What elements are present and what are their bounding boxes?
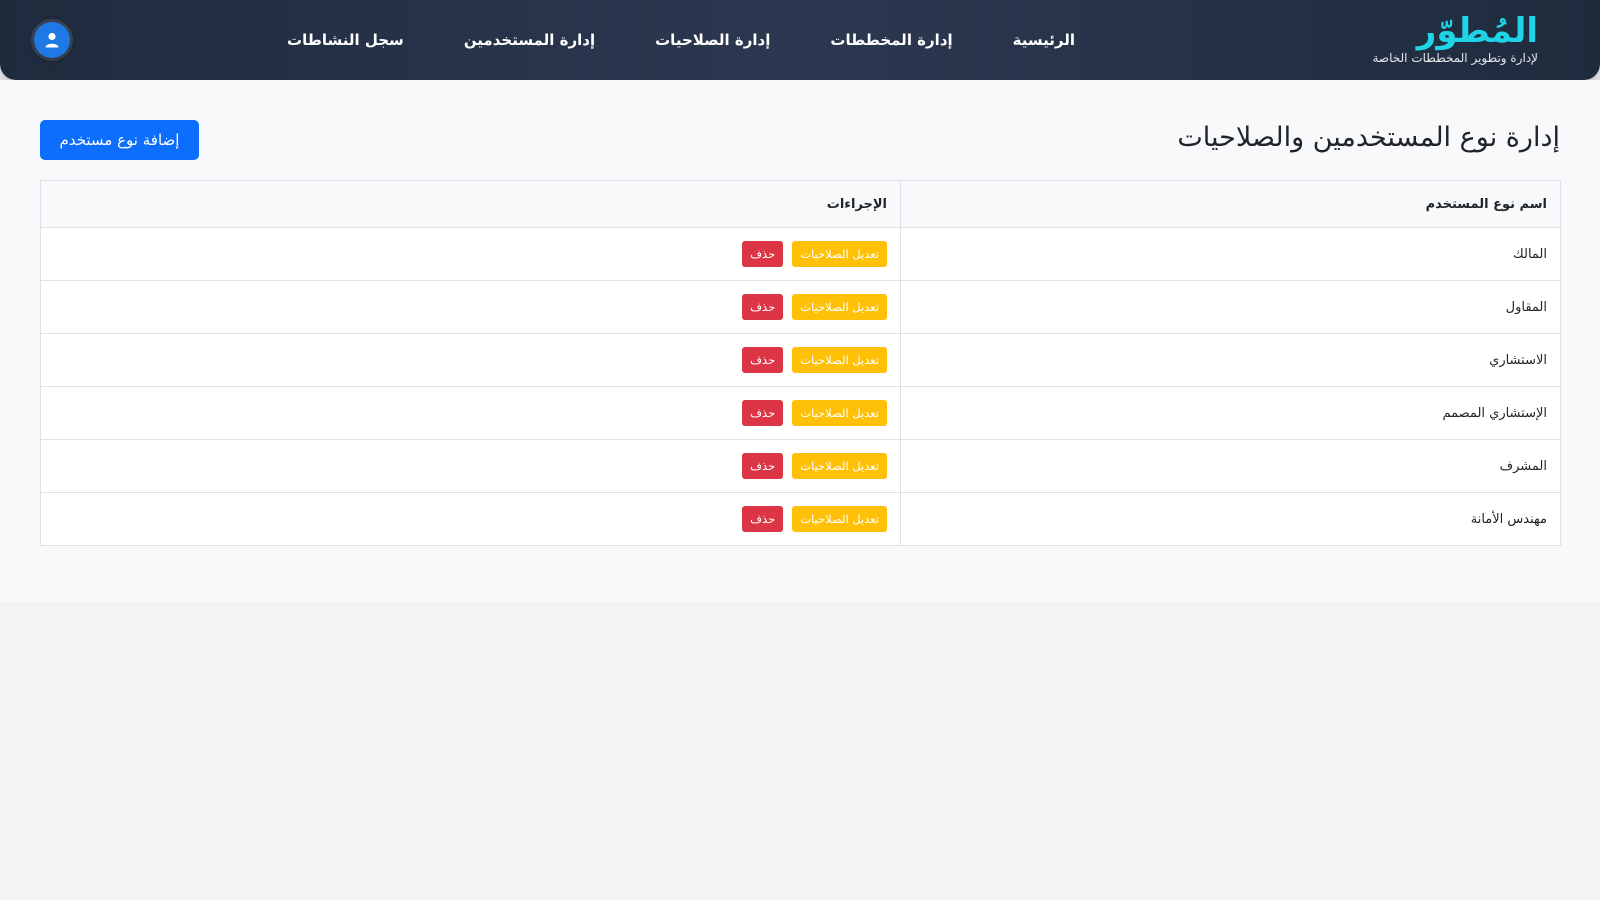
delete-button[interactable]: حذف	[742, 506, 784, 532]
delete-button[interactable]: حذف	[742, 241, 784, 267]
nav-item-home[interactable]: الرئيسية	[1013, 31, 1075, 49]
user-type-name: الإستشاري المصمم	[900, 386, 1561, 440]
main-nav: الرئيسية إدارة المخططات إدارة الصلاحيات …	[287, 0, 1075, 80]
brand-tagline: لإدارة وتطوير المخططات الخاصة	[1372, 51, 1538, 65]
user-avatar-button[interactable]	[34, 22, 70, 58]
table-row: المشرف تعديل الصلاحيات حذف	[40, 439, 1561, 493]
edit-permissions-button[interactable]: تعديل الصلاحيات	[792, 241, 887, 267]
page-title: إدارة نوع المستخدمين والصلاحيات	[1177, 122, 1560, 153]
user-types-table: اسم نوع المستخدم الإجراءات المالك تعديل …	[40, 180, 1561, 546]
row-actions: تعديل الصلاحيات حذف	[40, 386, 901, 440]
brand[interactable]: المُطوّر لإدارة وتطوير المخططات الخاصة	[1372, 12, 1538, 66]
delete-button[interactable]: حذف	[742, 453, 784, 479]
user-type-name: المالك	[900, 227, 1561, 281]
column-header-actions: الإجراءات	[40, 180, 901, 228]
table-row: الاستشاري تعديل الصلاحيات حذف	[40, 333, 1561, 387]
nav-item-permissions[interactable]: إدارة الصلاحيات	[655, 31, 770, 49]
row-actions: تعديل الصلاحيات حذف	[40, 333, 901, 387]
add-user-type-button[interactable]: إضافة نوع مستخدم	[40, 120, 199, 160]
nav-item-plans[interactable]: إدارة المخططات	[830, 31, 952, 49]
user-type-name: الاستشاري	[900, 333, 1561, 387]
row-actions: تعديل الصلاحيات حذف	[40, 439, 901, 493]
table-row: المالك تعديل الصلاحيات حذف	[40, 227, 1561, 281]
brand-name: المُطوّر	[1416, 11, 1538, 51]
table-header-row: اسم نوع المستخدم الإجراءات	[40, 180, 1561, 228]
nav-item-users[interactable]: إدارة المستخدمين	[464, 31, 595, 49]
edit-permissions-button[interactable]: تعديل الصلاحيات	[792, 453, 887, 479]
delete-button[interactable]: حذف	[742, 294, 784, 320]
edit-permissions-button[interactable]: تعديل الصلاحيات	[792, 294, 887, 320]
user-icon	[45, 32, 59, 48]
user-type-name: المشرف	[900, 439, 1561, 493]
delete-button[interactable]: حذف	[742, 347, 784, 373]
main-content: إدارة نوع المستخدمين والصلاحيات إضافة نو…	[0, 80, 1600, 602]
user-type-name: مهندس الأمانة	[900, 492, 1561, 546]
edit-permissions-button[interactable]: تعديل الصلاحيات	[792, 506, 887, 532]
row-actions: تعديل الصلاحيات حذف	[40, 280, 901, 334]
table-row: الإستشاري المصمم تعديل الصلاحيات حذف	[40, 386, 1561, 440]
nav-item-activity-log[interactable]: سجل النشاطات	[287, 31, 404, 49]
table-row: المقاول تعديل الصلاحيات حذف	[40, 280, 1561, 334]
column-header-name: اسم نوع المستخدم	[900, 180, 1561, 228]
table-row: مهندس الأمانة تعديل الصلاحيات حذف	[40, 492, 1561, 546]
top-navbar: المُطوّر لإدارة وتطوير المخططات الخاصة ا…	[0, 0, 1600, 80]
user-type-name: المقاول	[900, 280, 1561, 334]
row-actions: تعديل الصلاحيات حذف	[40, 227, 901, 281]
row-actions: تعديل الصلاحيات حذف	[40, 492, 901, 546]
edit-permissions-button[interactable]: تعديل الصلاحيات	[792, 347, 887, 373]
delete-button[interactable]: حذف	[742, 400, 784, 426]
edit-permissions-button[interactable]: تعديل الصلاحيات	[792, 400, 887, 426]
